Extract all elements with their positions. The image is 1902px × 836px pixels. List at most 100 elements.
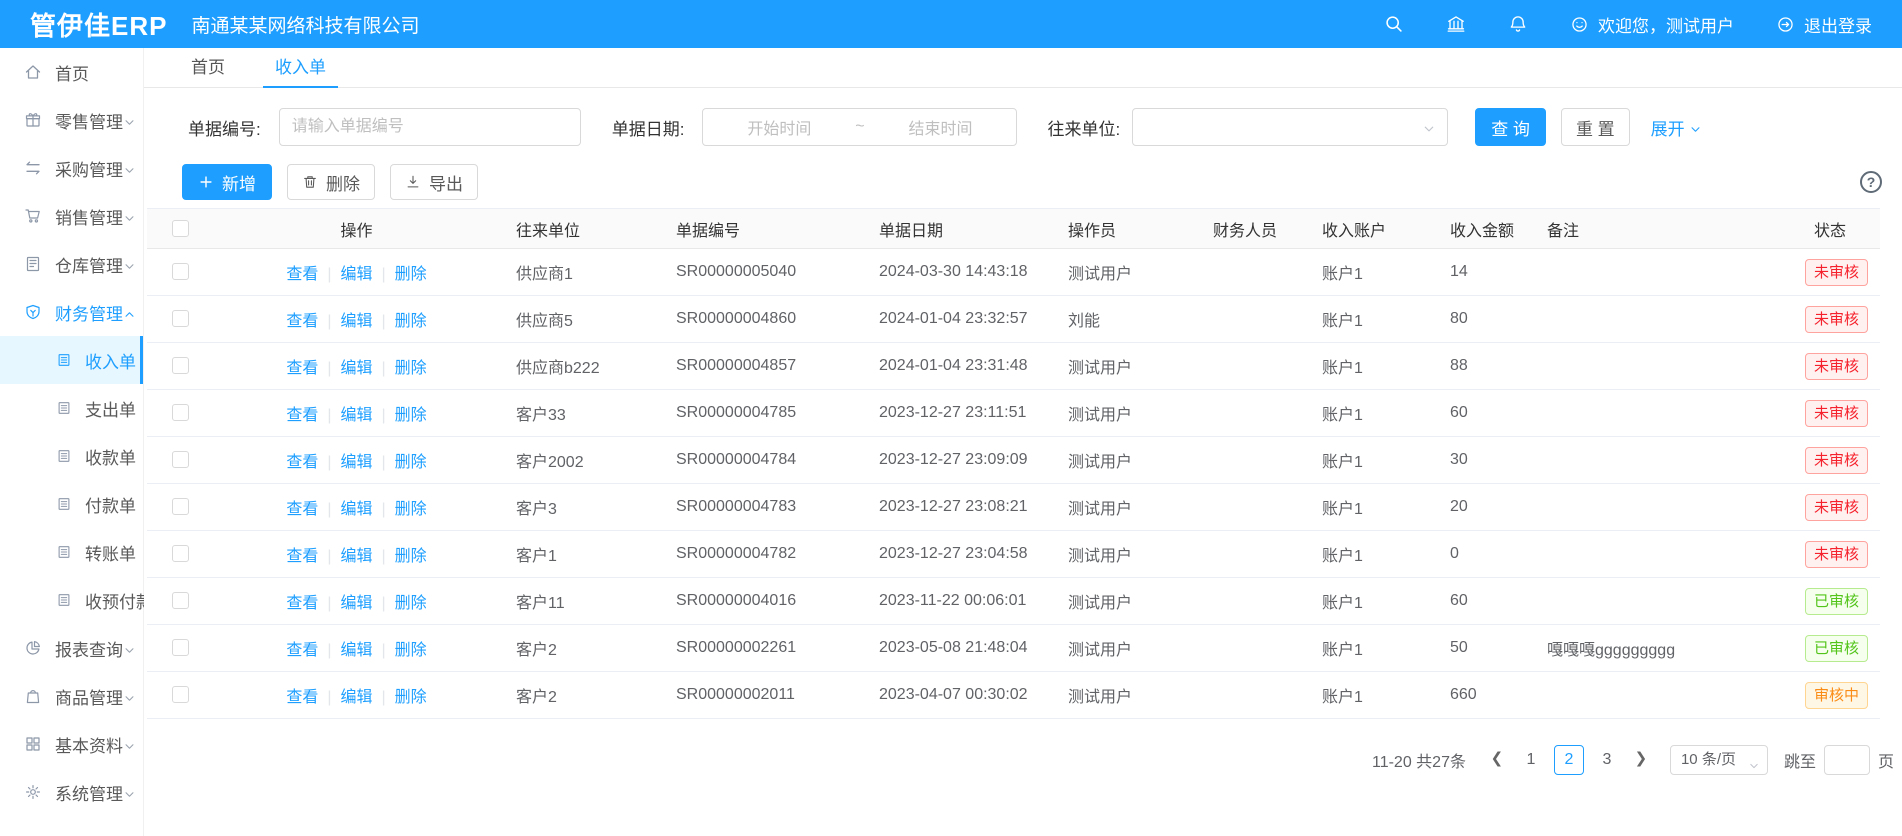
delete-link[interactable]: 删除 xyxy=(395,313,427,330)
sidebar-item-retail[interactable]: 零售管理 xyxy=(0,96,143,144)
view-link[interactable]: 查看 xyxy=(286,501,318,518)
row-checkbox[interactable] xyxy=(172,592,189,609)
search-button[interactable]: 查 询 xyxy=(1475,108,1546,146)
row-checkbox[interactable] xyxy=(172,263,189,280)
sidebar-item-home[interactable]: 首页 xyxy=(0,48,143,96)
sidebar-item-sales[interactable]: 销售管理 xyxy=(0,192,143,240)
edit-link[interactable]: 编辑 xyxy=(340,548,372,565)
income-bill-table: 操作往来单位单据编号单据日期操作员财务人员收入账户收入金额备注状态 查看|编辑|… xyxy=(147,208,1880,719)
view-link[interactable]: 查看 xyxy=(286,689,318,706)
sidebar-item-payment-bill[interactable]: 付款单 xyxy=(0,480,143,528)
delete-link[interactable]: 删除 xyxy=(395,595,427,612)
partner-select[interactable] xyxy=(1132,108,1448,146)
delete-button[interactable]: 删除 xyxy=(287,164,375,200)
edit-link[interactable]: 编辑 xyxy=(340,642,372,659)
warehouse-icon xyxy=(24,255,42,273)
edit-link[interactable]: 编辑 xyxy=(340,454,372,471)
edit-link[interactable]: 编辑 xyxy=(340,313,372,330)
help-icon[interactable]: ? xyxy=(1860,171,1882,193)
view-link[interactable]: 查看 xyxy=(286,360,318,377)
cell-bill-no: SR00000004782 xyxy=(660,531,863,578)
date-range-picker[interactable]: 开始时间 ~ 结束时间 xyxy=(702,108,1017,146)
view-link[interactable]: 查看 xyxy=(286,548,318,565)
op-separator: | xyxy=(382,548,386,565)
page-number-1[interactable]: 1 xyxy=(1516,745,1546,775)
cell-account: 账户1 xyxy=(1306,343,1434,390)
reset-button[interactable]: 重 置 xyxy=(1561,108,1630,146)
prev-page-button[interactable]: ❮ xyxy=(1482,745,1512,775)
view-link[interactable]: 查看 xyxy=(286,642,318,659)
cell-finance-staff xyxy=(1197,437,1306,484)
row-checkbox[interactable] xyxy=(172,404,189,421)
bill-no-input[interactable] xyxy=(279,108,581,146)
add-button[interactable]: 新增 xyxy=(182,164,272,200)
page-jump-input[interactable] xyxy=(1824,745,1870,775)
delete-link[interactable]: 删除 xyxy=(395,407,427,424)
tab-home[interactable]: 首页 xyxy=(179,48,237,87)
select-all-checkbox[interactable] xyxy=(172,220,189,237)
delete-link[interactable]: 删除 xyxy=(395,548,427,565)
cell-partner: 客户2002 xyxy=(500,437,660,484)
delete-link[interactable]: 删除 xyxy=(395,642,427,659)
cell-finance-staff xyxy=(1197,343,1306,390)
row-checkbox[interactable] xyxy=(172,686,189,703)
sidebar-item-reports[interactable]: 报表查询 xyxy=(0,624,143,672)
op-separator: | xyxy=(382,407,386,424)
tab-income-bill[interactable]: 收入单 xyxy=(263,48,338,87)
edit-link[interactable]: 编辑 xyxy=(340,266,372,283)
view-link[interactable]: 查看 xyxy=(286,313,318,330)
cell-partner: 供应商1 xyxy=(500,249,660,296)
cell-status: 未审核 xyxy=(1798,531,1880,578)
view-link[interactable]: 查看 xyxy=(286,595,318,612)
sidebar-item-finance[interactable]: 财务管理 xyxy=(0,288,143,336)
row-checkbox[interactable] xyxy=(172,357,189,374)
sidebar-item-base-data[interactable]: 基本资料 xyxy=(0,720,143,768)
delete-link[interactable]: 删除 xyxy=(395,266,427,283)
edit-link[interactable]: 编辑 xyxy=(340,407,372,424)
view-link[interactable]: 查看 xyxy=(286,266,318,283)
bank-icon[interactable] xyxy=(1446,14,1466,34)
row-actions: 查看|编辑|删除 xyxy=(213,296,500,343)
row-checkbox[interactable] xyxy=(172,545,189,562)
sidebar-item-transfer-bill[interactable]: 转账单 xyxy=(0,528,143,576)
row-checkbox[interactable] xyxy=(172,498,189,515)
expand-filters-link[interactable]: 展开 xyxy=(1651,115,1702,140)
row-checkbox-cell xyxy=(147,437,213,484)
sidebar-item-purchase[interactable]: 采购管理 xyxy=(0,144,143,192)
edit-link[interactable]: 编辑 xyxy=(340,360,372,377)
doc-icon xyxy=(56,448,72,464)
op-separator: | xyxy=(327,407,331,424)
page-number-2[interactable]: 2 xyxy=(1554,745,1584,775)
delete-link[interactable]: 删除 xyxy=(395,360,427,377)
user-welcome[interactable]: 欢迎您，测试用户 xyxy=(1570,12,1734,37)
sidebar-item-goods[interactable]: 商品管理 xyxy=(0,672,143,720)
edit-link[interactable]: 编辑 xyxy=(340,689,372,706)
delete-link[interactable]: 删除 xyxy=(395,454,427,471)
bell-icon[interactable] xyxy=(1508,14,1528,34)
delete-link[interactable]: 删除 xyxy=(395,501,427,518)
sidebar-item-prepaid-bill[interactable]: 收预付款 xyxy=(0,576,143,624)
sidebar-item-income-bill[interactable]: 收入单 xyxy=(0,336,143,384)
view-link[interactable]: 查看 xyxy=(286,407,318,424)
sidebar-item-system[interactable]: 系统管理 xyxy=(0,768,143,816)
delete-link[interactable]: 删除 xyxy=(395,689,427,706)
row-checkbox[interactable] xyxy=(172,310,189,327)
next-page-button[interactable]: ❯ xyxy=(1626,745,1656,775)
edit-link[interactable]: 编辑 xyxy=(340,595,372,612)
sidebar-item-expense-bill[interactable]: 支出单 xyxy=(0,384,143,432)
sidebar-item-receipt-bill[interactable]: 收款单 xyxy=(0,432,143,480)
view-link[interactable]: 查看 xyxy=(286,454,318,471)
page-size-select[interactable]: 10 条/页 xyxy=(1670,745,1768,775)
sidebar-item-warehouse[interactable]: 仓库管理 xyxy=(0,240,143,288)
chevron-down-icon xyxy=(1689,121,1702,134)
row-checkbox[interactable] xyxy=(172,451,189,468)
pagination: 11-20 共27条 ❮ 123 ❯ 10 条/页 跳至 页 xyxy=(144,745,1902,775)
chevron-down-icon xyxy=(123,258,136,271)
row-checkbox[interactable] xyxy=(172,639,189,656)
export-button[interactable]: 导出 xyxy=(390,164,478,200)
op-separator: | xyxy=(382,266,386,283)
edit-link[interactable]: 编辑 xyxy=(340,501,372,518)
logout-button[interactable]: 退出登录 xyxy=(1776,12,1872,37)
search-icon[interactable] xyxy=(1384,14,1404,34)
page-number-3[interactable]: 3 xyxy=(1592,745,1622,775)
